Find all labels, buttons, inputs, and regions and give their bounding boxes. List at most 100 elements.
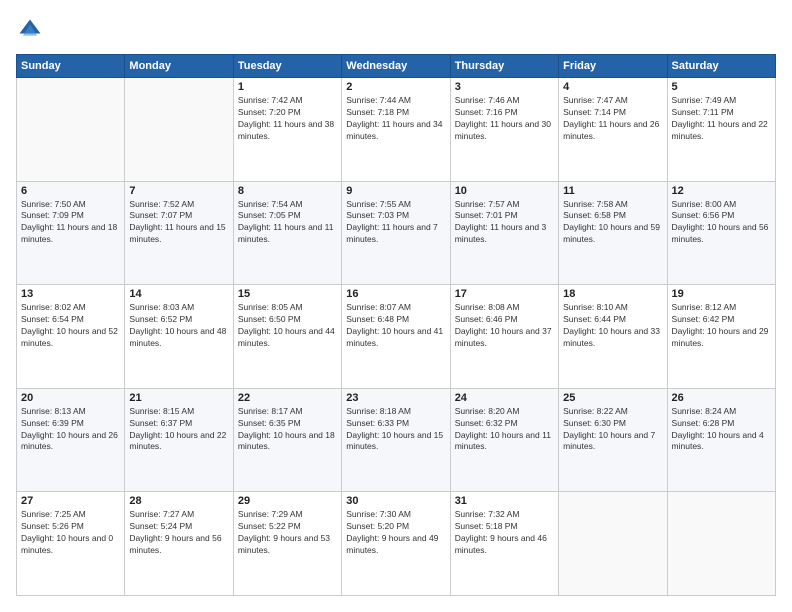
day-number: 26 (672, 392, 771, 404)
calendar-cell: 5Sunrise: 7:49 AM Sunset: 7:11 PM Daylig… (667, 78, 775, 182)
calendar-cell: 2 Sunrise: 7:44 AM Sunset: 7:18 PM Daylig… (342, 78, 450, 182)
day-info: Sunrise: 8:10 AM Sunset: 6:44 PM Dayligh… (563, 302, 662, 350)
weekday-header-monday: Monday (125, 55, 233, 78)
calendar-cell: 25 Sunrise: 8:22 AM Sunset: 6:30 PM Dayli… (559, 388, 667, 492)
calendar-cell: 27 Sunrise: 7:25 AM Sunset: 5:26 PM Dayli… (17, 492, 125, 596)
day-number: 17 (455, 288, 554, 300)
calendar-cell (17, 78, 125, 182)
day-number: 7 (129, 185, 228, 197)
calendar-cell: 3 Sunrise: 7:46 AM Sunset: 7:16 PM Daylig… (450, 78, 558, 182)
day-info: Sunrise: 7:29 AM Sunset: 5:22 PM Dayligh… (238, 509, 337, 557)
day-info: Sunrise: 8:05 AM Sunset: 6:50 PM Dayligh… (238, 302, 337, 350)
day-info: Sunrise: 7:50 AM Sunset: 7:09 PM Dayligh… (21, 199, 120, 247)
day-info: Sunrise: 8:07 AM Sunset: 6:48 PM Dayligh… (346, 302, 445, 350)
day-info: Sunrise: 7:47 AM Sunset: 7:14 PM Dayligh… (563, 95, 662, 143)
day-number: 15 (238, 288, 337, 300)
calendar-cell: 24Sunrise: 8:20 AM Sunset: 6:32 PM Dayli… (450, 388, 558, 492)
calendar-cell: 14 Sunrise: 8:03 AM Sunset: 6:52 PM Dayli… (125, 285, 233, 389)
calendar-cell: 29Sunrise: 7:29 AM Sunset: 5:22 PM Dayli… (233, 492, 341, 596)
day-number: 25 (563, 392, 662, 404)
day-number: 2 (346, 81, 445, 93)
weekday-header-wednesday: Wednesday (342, 55, 450, 78)
calendar-cell: 15 Sunrise: 8:05 AM Sunset: 6:50 PM Dayli… (233, 285, 341, 389)
day-info: Sunrise: 7:52 AM Sunset: 7:07 PM Dayligh… (129, 199, 228, 247)
day-number: 8 (238, 185, 337, 197)
day-info: Sunrise: 7:25 AM Sunset: 5:26 PM Dayligh… (21, 509, 120, 557)
day-info: Sunrise: 8:03 AM Sunset: 6:52 PM Dayligh… (129, 302, 228, 350)
day-number: 21 (129, 392, 228, 404)
page: SundayMondayTuesdayWednesdayThursdayFrid… (0, 0, 792, 612)
calendar-cell: 7 Sunrise: 7:52 AM Sunset: 7:07 PM Daylig… (125, 181, 233, 285)
calendar-cell: 31 Sunrise: 7:32 AM Sunset: 5:18 PM Dayli… (450, 492, 558, 596)
day-number: 19 (672, 288, 771, 300)
calendar-week-2: 6Sunrise: 7:50 AM Sunset: 7:09 PM Daylig… (17, 181, 776, 285)
day-info: Sunrise: 7:49 AM Sunset: 7:11 PM Dayligh… (672, 95, 771, 143)
calendar-cell: 4 Sunrise: 7:47 AM Sunset: 7:14 PM Daylig… (559, 78, 667, 182)
day-number: 22 (238, 392, 337, 404)
day-number: 27 (21, 495, 120, 507)
day-info: Sunrise: 7:42 AM Sunset: 7:20 PM Dayligh… (238, 95, 337, 143)
calendar-cell: 19 Sunrise: 8:12 AM Sunset: 6:42 PM Dayli… (667, 285, 775, 389)
day-number: 4 (563, 81, 662, 93)
day-number: 11 (563, 185, 662, 197)
day-info: Sunrise: 7:44 AM Sunset: 7:18 PM Dayligh… (346, 95, 445, 143)
day-info: Sunrise: 7:46 AM Sunset: 7:16 PM Dayligh… (455, 95, 554, 143)
calendar-cell (559, 492, 667, 596)
calendar-cell: 23 Sunrise: 8:18 AM Sunset: 6:33 PM Dayli… (342, 388, 450, 492)
weekday-header-tuesday: Tuesday (233, 55, 341, 78)
day-info: Sunrise: 8:22 AM Sunset: 6:30 PM Dayligh… (563, 406, 662, 454)
calendar-cell: 16Sunrise: 8:07 AM Sunset: 6:48 PM Dayli… (342, 285, 450, 389)
calendar-week-4: 20 Sunrise: 8:13 AM Sunset: 6:39 PM Dayli… (17, 388, 776, 492)
calendar-cell: 30 Sunrise: 7:30 AM Sunset: 5:20 PM Dayli… (342, 492, 450, 596)
day-number: 12 (672, 185, 771, 197)
calendar-table: SundayMondayTuesdayWednesdayThursdayFrid… (16, 54, 776, 596)
calendar-cell (125, 78, 233, 182)
day-info: Sunrise: 7:55 AM Sunset: 7:03 PM Dayligh… (346, 199, 445, 247)
logo-icon (16, 16, 44, 44)
calendar-cell: 12 Sunrise: 8:00 AM Sunset: 6:56 PM Dayli… (667, 181, 775, 285)
calendar-week-3: 13 Sunrise: 8:02 AM Sunset: 6:54 PM Dayli… (17, 285, 776, 389)
day-number: 3 (455, 81, 554, 93)
day-info: Sunrise: 8:00 AM Sunset: 6:56 PM Dayligh… (672, 199, 771, 247)
day-number: 23 (346, 392, 445, 404)
weekday-header-sunday: Sunday (17, 55, 125, 78)
day-info: Sunrise: 8:12 AM Sunset: 6:42 PM Dayligh… (672, 302, 771, 350)
calendar-header-row: SundayMondayTuesdayWednesdayThursdayFrid… (17, 55, 776, 78)
day-number: 30 (346, 495, 445, 507)
day-info: Sunrise: 8:24 AM Sunset: 6:28 PM Dayligh… (672, 406, 771, 454)
calendar-cell: 8 Sunrise: 7:54 AM Sunset: 7:05 PM Daylig… (233, 181, 341, 285)
day-number: 1 (238, 81, 337, 93)
day-number: 14 (129, 288, 228, 300)
weekday-header-thursday: Thursday (450, 55, 558, 78)
calendar-cell: 11Sunrise: 7:58 AM Sunset: 6:58 PM Dayli… (559, 181, 667, 285)
calendar-week-1: 1 Sunrise: 7:42 AM Sunset: 7:20 PM Daylig… (17, 78, 776, 182)
weekday-header-friday: Friday (559, 55, 667, 78)
day-info: Sunrise: 8:08 AM Sunset: 6:46 PM Dayligh… (455, 302, 554, 350)
day-info: Sunrise: 8:18 AM Sunset: 6:33 PM Dayligh… (346, 406, 445, 454)
day-info: Sunrise: 7:30 AM Sunset: 5:20 PM Dayligh… (346, 509, 445, 557)
day-info: Sunrise: 7:32 AM Sunset: 5:18 PM Dayligh… (455, 509, 554, 557)
day-number: 13 (21, 288, 120, 300)
calendar-cell: 13 Sunrise: 8:02 AM Sunset: 6:54 PM Dayli… (17, 285, 125, 389)
day-info: Sunrise: 8:20 AM Sunset: 6:32 PM Dayligh… (455, 406, 554, 454)
day-info: Sunrise: 8:13 AM Sunset: 6:39 PM Dayligh… (21, 406, 120, 454)
calendar-cell: 28Sunrise: 7:27 AM Sunset: 5:24 PM Dayli… (125, 492, 233, 596)
calendar-cell: 6Sunrise: 7:50 AM Sunset: 7:09 PM Daylig… (17, 181, 125, 285)
weekday-header-saturday: Saturday (667, 55, 775, 78)
calendar-cell: 17 Sunrise: 8:08 AM Sunset: 6:46 PM Dayli… (450, 285, 558, 389)
day-number: 18 (563, 288, 662, 300)
calendar-cell: 10Sunrise: 7:57 AM Sunset: 7:01 PM Dayli… (450, 181, 558, 285)
day-number: 20 (21, 392, 120, 404)
day-info: Sunrise: 7:54 AM Sunset: 7:05 PM Dayligh… (238, 199, 337, 247)
calendar-cell: 1 Sunrise: 7:42 AM Sunset: 7:20 PM Daylig… (233, 78, 341, 182)
calendar-cell: 20 Sunrise: 8:13 AM Sunset: 6:39 PM Dayli… (17, 388, 125, 492)
calendar-cell: 9 Sunrise: 7:55 AM Sunset: 7:03 PM Daylig… (342, 181, 450, 285)
day-info: Sunrise: 8:17 AM Sunset: 6:35 PM Dayligh… (238, 406, 337, 454)
calendar-cell: 18 Sunrise: 8:10 AM Sunset: 6:44 PM Dayli… (559, 285, 667, 389)
day-number: 10 (455, 185, 554, 197)
calendar-week-5: 27 Sunrise: 7:25 AM Sunset: 5:26 PM Dayli… (17, 492, 776, 596)
day-number: 9 (346, 185, 445, 197)
calendar-cell: 26 Sunrise: 8:24 AM Sunset: 6:28 PM Dayli… (667, 388, 775, 492)
day-number: 31 (455, 495, 554, 507)
day-info: Sunrise: 8:02 AM Sunset: 6:54 PM Dayligh… (21, 302, 120, 350)
